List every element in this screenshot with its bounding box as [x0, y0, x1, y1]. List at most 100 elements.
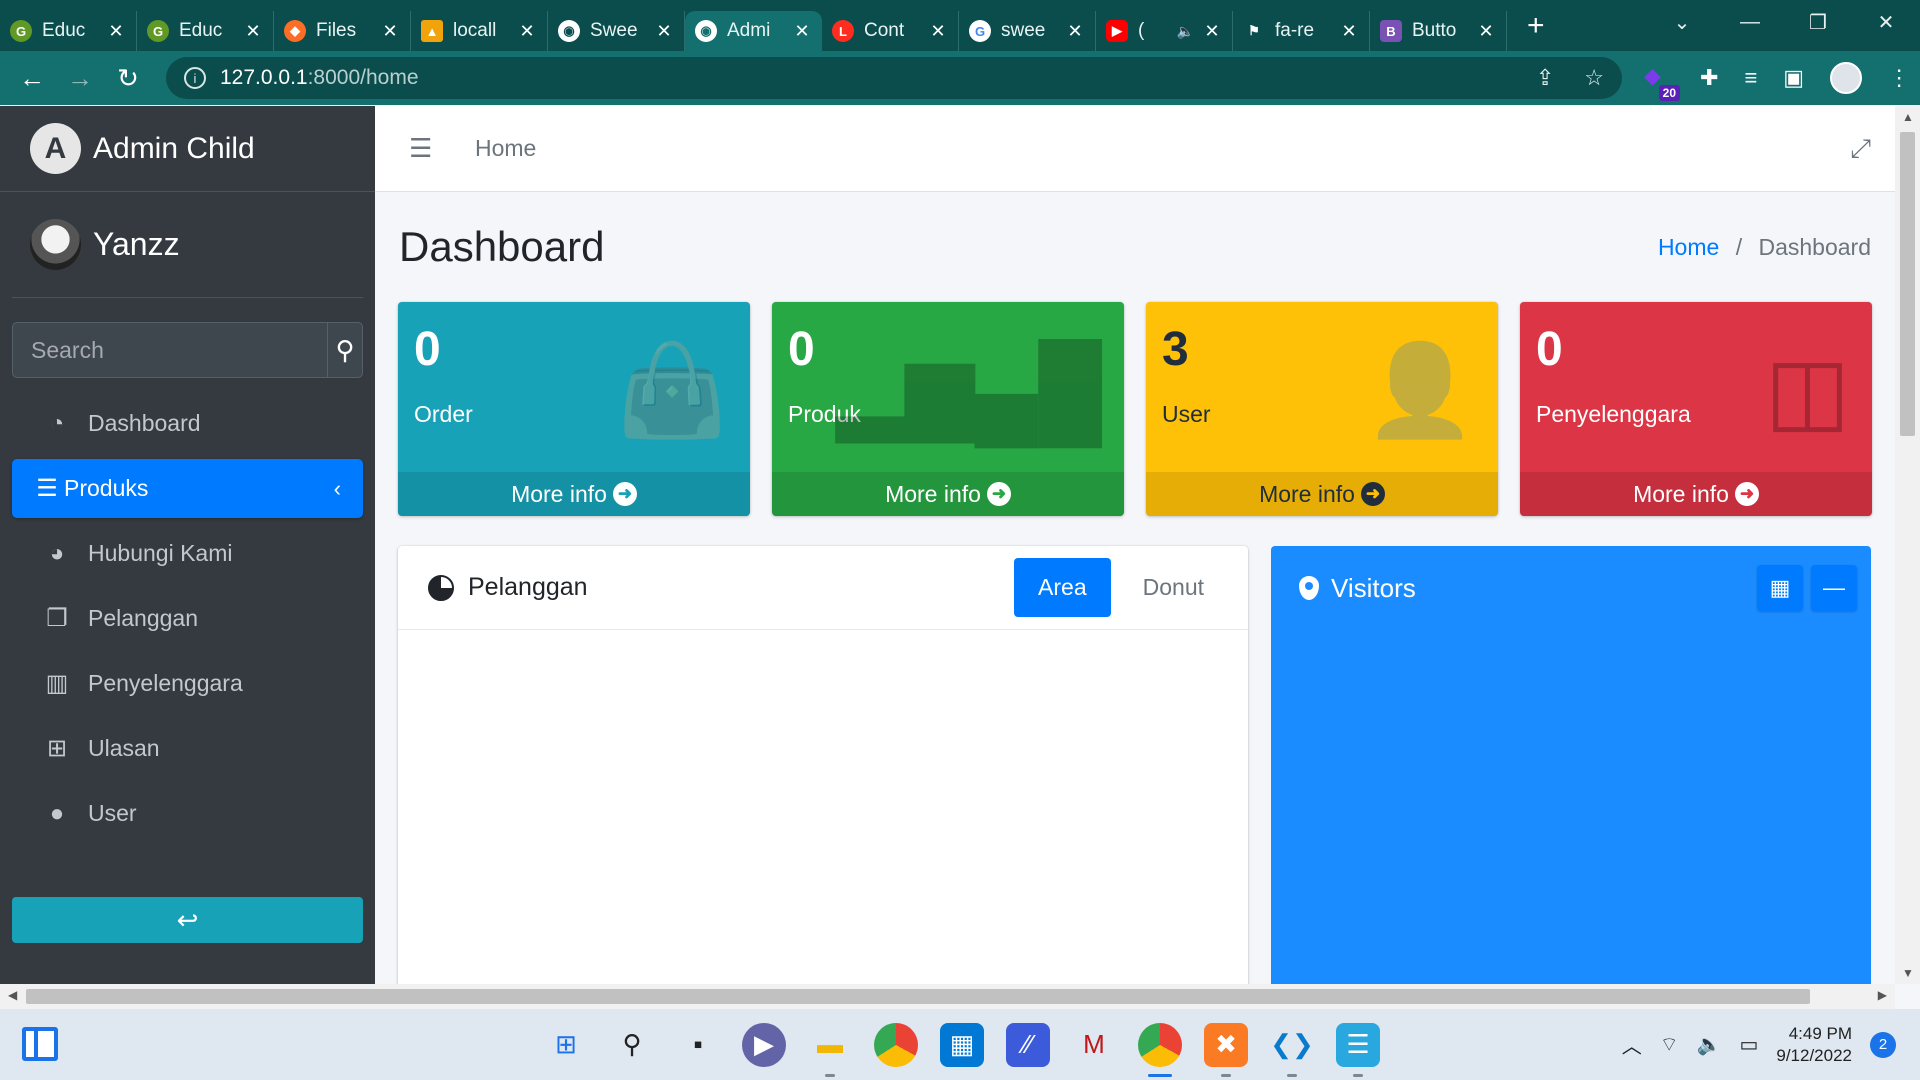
browser-tab[interactable]: B Butto ✕	[1370, 11, 1507, 51]
tab-search-icon[interactable]: ⌄	[1648, 0, 1716, 44]
file-explorer-icon[interactable]: ▬	[808, 1023, 852, 1077]
chevron-up-icon[interactable]: ︿	[1622, 1030, 1642, 1059]
media-controls-icon[interactable]: ≡	[1744, 65, 1757, 91]
new-tab-button[interactable]: +	[1527, 9, 1557, 43]
extension-icon[interactable]: ◆ 20	[1644, 63, 1680, 101]
horizontal-scrollbar[interactable]: ◀ ▶	[0, 984, 1895, 1009]
close-tab-icon[interactable]: ✕	[1202, 21, 1222, 42]
close-tab-icon[interactable]: ✕	[106, 21, 126, 42]
browser-tab[interactable]: ▲ locall ✕	[411, 11, 548, 51]
search-input[interactable]	[13, 323, 327, 377]
browser-tab[interactable]: ◉ Swee ✕	[548, 11, 685, 51]
close-tab-icon[interactable]: ✕	[380, 21, 400, 42]
menu-toggle-icon[interactable]: ☰	[409, 133, 439, 164]
mcafee-icon[interactable]: M	[1072, 1023, 1116, 1067]
sidebar-item-ulasan[interactable]: ⊞ Ulasan	[12, 719, 363, 778]
close-window-button[interactable]: ✕	[1852, 0, 1920, 44]
breadcrumb-home-link[interactable]: Home	[1658, 234, 1719, 260]
task-view-icon[interactable]: ▪	[676, 1023, 720, 1067]
arrow-circle-right-icon: ➜	[1734, 482, 1759, 506]
store-icon[interactable]: ▦	[940, 1022, 984, 1067]
close-tab-icon[interactable]: ✕	[243, 21, 263, 42]
side-panel-icon[interactable]: ▣	[1783, 65, 1804, 91]
vertical-scrollbar[interactable]: ▲ ▼	[1895, 106, 1920, 984]
more-info-link[interactable]: More info ➜	[1146, 472, 1498, 516]
browser-tab-active[interactable]: ◉ Admi ✕	[685, 11, 822, 51]
more-info-link[interactable]: More info ➜	[772, 472, 1124, 516]
browser-tab[interactable]: L Cont ✕	[822, 11, 959, 51]
search-button[interactable]: ⚲	[327, 323, 362, 377]
volume-icon[interactable]: 🔈	[1697, 1032, 1722, 1057]
battery-icon[interactable]: ▭	[1739, 1032, 1758, 1057]
wifi-icon[interactable]: ⌔	[1660, 1032, 1679, 1057]
xampp-phpmyadmin-icon: ▲	[421, 20, 443, 42]
restore-button[interactable]: ❐	[1784, 0, 1852, 44]
sidebar-item-user[interactable]: ● User	[12, 784, 363, 843]
close-tab-icon[interactable]: ✕	[517, 21, 537, 42]
browser-tab[interactable]: Gswee ✕	[959, 11, 1096, 51]
scrollbar-thumb[interactable]	[26, 989, 1810, 1004]
notepad-icon[interactable]: ☰	[1336, 1022, 1380, 1077]
tab-donut[interactable]: Donut	[1119, 558, 1228, 617]
tab-area[interactable]: Area	[1014, 558, 1111, 617]
audio-playing-icon[interactable]: 🔈	[1177, 23, 1194, 40]
close-tab-icon[interactable]: ✕	[654, 21, 674, 42]
bookmark-star-icon[interactable]: ☆	[1584, 65, 1604, 91]
user-panel[interactable]: Yanzz	[12, 192, 363, 298]
close-tab-icon[interactable]: ✕	[928, 21, 948, 42]
fullscreen-icon[interactable]: ⤢	[1850, 133, 1871, 165]
xampp-icon[interactable]: ✖	[1204, 1022, 1248, 1077]
more-menu-icon[interactable]: ⋮	[1888, 65, 1910, 91]
flag-icon: ⚑	[1243, 20, 1265, 42]
brand-link[interactable]: A Admin Child	[0, 106, 375, 192]
scroll-right-icon[interactable]: ▶	[1878, 988, 1887, 1002]
browser-tab[interactable]: ⚑ fa-re ✕	[1233, 11, 1370, 51]
browser-tab[interactable]: G Educ ✕	[137, 11, 274, 51]
vscode-icon[interactable]: ❮❯	[1270, 1023, 1314, 1077]
close-tab-icon[interactable]: ✕	[792, 21, 812, 42]
map-marker-icon	[1299, 576, 1319, 600]
forward-button[interactable]: →	[56, 63, 104, 94]
sidebar-item-hubungi-kami[interactable]: ◕ Hubungi Kami	[12, 524, 363, 583]
scrollbar-thumb[interactable]	[1900, 132, 1915, 436]
sidebar-item-produks[interactable]: ☰ Produks ‹	[12, 459, 363, 518]
reload-button[interactable]: ↻	[104, 63, 152, 94]
chrome-profile-icon[interactable]	[1138, 1022, 1182, 1077]
clock-time: 4:49 PM	[1788, 1023, 1852, 1043]
browser-tab[interactable]: G Educ ✕	[0, 11, 137, 51]
address-bar[interactable]: i 127.0.0.1:8000/home ⇪ ☆	[166, 57, 1622, 99]
close-tab-icon[interactable]: ✕	[1065, 21, 1085, 42]
chrome-icon[interactable]	[874, 1022, 918, 1067]
stat-boxes: 0 Order 👜 More info ➜ 0 Produk ▂▆▄█ More …	[375, 302, 1895, 516]
windows-start-icon[interactable]: ⊞	[544, 1023, 588, 1067]
profile-avatar[interactable]	[1830, 62, 1863, 94]
clock[interactable]: 4:49 PM 9/12/2022	[1776, 1023, 1852, 1067]
browser-tab[interactable]: ▶(🔈 ✕	[1096, 11, 1233, 51]
sidebar-item-dashboard[interactable]: ◔ Dashboard	[12, 394, 363, 453]
calendar-button[interactable]: ▦	[1757, 565, 1803, 611]
notification-badge[interactable]: 2	[1870, 1031, 1896, 1058]
more-info-link[interactable]: More info ➜	[1520, 472, 1872, 516]
close-tab-icon[interactable]: ✕	[1476, 21, 1496, 42]
scroll-up-icon[interactable]: ▲	[1902, 110, 1914, 124]
back-button[interactable]: ←	[8, 63, 56, 94]
sidebar-item-penyelenggara[interactable]: ▥ Penyelenggara	[12, 654, 363, 713]
vs-ide-icon[interactable]: ⁄⁄	[1006, 1022, 1050, 1067]
more-info-link[interactable]: More info ➜	[398, 472, 750, 516]
collapse-button[interactable]: —	[1811, 565, 1857, 611]
scroll-down-icon[interactable]: ▼	[1902, 966, 1914, 980]
scroll-left-icon[interactable]: ◀	[8, 988, 17, 1002]
widgets-icon[interactable]	[22, 1027, 58, 1061]
shopping-bag-icon: 👜	[615, 341, 728, 441]
close-tab-icon[interactable]: ✕	[1339, 21, 1359, 42]
share-icon[interactable]: ⇪	[1536, 65, 1554, 91]
minimize-button[interactable]: —	[1716, 0, 1784, 44]
site-info-icon[interactable]: i	[184, 67, 206, 89]
teams-chat-icon[interactable]: ▶	[742, 1022, 786, 1067]
browser-tab[interactable]: ◆ Files ✕	[274, 11, 411, 51]
search-icon[interactable]: ⚲	[610, 1023, 654, 1067]
sidebar-item-pelanggan[interactable]: ❐ Pelanggan	[12, 589, 363, 648]
nav-home-link[interactable]: Home	[475, 135, 536, 162]
back-button-sidebar[interactable]: ↩	[12, 897, 363, 943]
puzzle-extensions-icon[interactable]: ✚	[1700, 65, 1718, 91]
